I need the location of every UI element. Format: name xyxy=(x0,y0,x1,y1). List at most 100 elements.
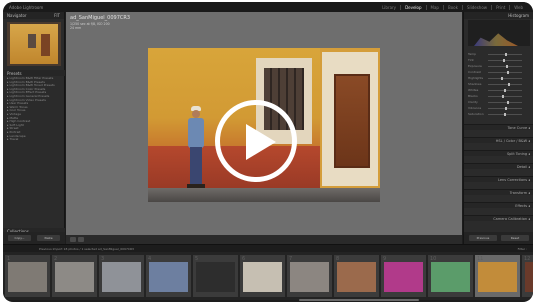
slider-tint[interactable]: Tint xyxy=(468,58,530,62)
slider-blacks[interactable]: Blacks xyxy=(468,94,530,98)
play-icon[interactable] xyxy=(246,124,276,160)
filmstrip-thumbnail[interactable]: 2 xyxy=(52,255,97,297)
preset-item[interactable]: ▸ Travel xyxy=(7,138,61,142)
filmstrip-thumbnail[interactable]: 9 xyxy=(381,255,426,297)
left-panel: Navigator FIT Presets ▸ Lightroom B&W Fi… xyxy=(3,12,65,244)
thumbnail-image xyxy=(149,262,188,292)
slider-temp[interactable]: Temp xyxy=(468,52,530,56)
module-web[interactable]: Web xyxy=(509,4,527,10)
section-tone-curve[interactable]: Tone Curve ◂ xyxy=(464,124,533,130)
filmstrip-filter[interactable]: Filter : xyxy=(518,247,527,251)
left-panel-buttons: Copy... Paste xyxy=(3,232,65,244)
slider-knob[interactable] xyxy=(504,88,506,92)
previous-button[interactable]: Previous xyxy=(469,235,497,241)
filmstrip-thumbnail[interactable]: 6 xyxy=(240,255,285,297)
top-bar: Adobe Lightroom Library Develop Map Book… xyxy=(3,2,533,12)
slider-knob[interactable] xyxy=(508,82,511,86)
slider-knob[interactable] xyxy=(507,70,510,74)
section-detail[interactable]: Detail ◂ xyxy=(464,163,533,169)
slider-highlights[interactable]: Highlights xyxy=(468,76,530,80)
section-effects[interactable]: Effects ◂ xyxy=(464,202,533,208)
slider-knob[interactable] xyxy=(505,64,508,68)
right-panel-buttons: Previous Reset xyxy=(464,232,533,244)
filmstrip-thumbnail[interactable]: 7 xyxy=(287,255,332,297)
slider-track[interactable] xyxy=(488,83,522,85)
slider-track[interactable] xyxy=(488,101,522,103)
filmstrip-bar: Previous Import 18 photos / 1 selected a… xyxy=(3,244,533,252)
filmstrip-thumbnail[interactable]: 3 xyxy=(99,255,144,297)
module-library[interactable]: Library xyxy=(378,5,400,10)
slider-knob[interactable] xyxy=(502,94,505,98)
section-lens-corrections[interactable]: Lens Corrections ◂ xyxy=(464,176,533,182)
navigator-zoom[interactable]: FIT xyxy=(54,13,60,18)
filmstrip-thumbnail[interactable]: 8 xyxy=(334,255,379,297)
filmstrip-thumbnail[interactable]: 4 xyxy=(146,255,191,297)
filmstrip-thumbnail[interactable]: 11 xyxy=(475,255,520,297)
slider-exposure[interactable]: Exposure xyxy=(468,64,530,68)
slider-knob[interactable] xyxy=(505,106,508,110)
thumbnail-image xyxy=(478,262,517,292)
filmstrip-scrollbar[interactable] xyxy=(299,299,419,301)
photo-door xyxy=(334,74,370,168)
thumbnail-image xyxy=(8,262,47,292)
slider-knob[interactable] xyxy=(506,100,509,104)
photo-info-overlay: ad_SanMiguel_0097CR3 1/250 sec at f/8, I… xyxy=(70,15,130,30)
slider-label: Whites xyxy=(468,88,479,92)
photo-person xyxy=(186,106,206,190)
slider-label: Tint xyxy=(468,58,474,62)
thumbnail-image xyxy=(384,262,423,292)
slider-label: Vibrance xyxy=(468,106,482,110)
histogram xyxy=(468,20,530,46)
paste-button[interactable]: Paste xyxy=(37,235,60,241)
filmstrip-thumbnail[interactable]: 12 xyxy=(522,255,533,297)
slider-shadows[interactable]: Shadows xyxy=(468,82,530,86)
section-hsl-color-b-w[interactable]: HSL / Color / B&W ◂ xyxy=(464,137,533,143)
app-window: Adobe Lightroom Library Develop Map Book… xyxy=(3,2,533,302)
filmstrip: 1 2 3 4 5 6 7 8 9 10 11 12 xyxy=(3,252,533,300)
section-transform[interactable]: Transform ◂ xyxy=(464,189,533,195)
slider-label: Contrast xyxy=(468,70,481,74)
section-split-toning[interactable]: Split Toning ◂ xyxy=(464,150,533,156)
slider-contrast[interactable]: Contrast xyxy=(468,70,530,74)
slider-whites[interactable]: Whites xyxy=(468,88,530,92)
filmstrip-thumbnail[interactable]: 5 xyxy=(193,255,238,297)
slider-knob[interactable] xyxy=(504,112,506,116)
thumbnail-image xyxy=(431,262,470,292)
presets-header[interactable]: Presets xyxy=(3,70,65,76)
slider-track[interactable] xyxy=(488,95,522,97)
right-panel: Histogram Temp Tint Exposure Contrast Highli… xyxy=(463,12,533,244)
histogram-header[interactable]: Histogram xyxy=(464,12,533,19)
reset-button[interactable]: Reset xyxy=(501,235,529,241)
canvas-toolbar xyxy=(66,235,462,244)
view-mode-icon[interactable] xyxy=(70,237,76,242)
module-develop[interactable]: Develop xyxy=(400,4,425,10)
slider-vibrance[interactable]: Vibrance xyxy=(468,106,530,110)
thumbnail-image xyxy=(290,262,329,292)
thumbnail-image xyxy=(243,262,282,292)
slider-saturation[interactable]: Saturation xyxy=(468,112,530,116)
module-map[interactable]: Map xyxy=(425,4,443,10)
copy-button[interactable]: Copy... xyxy=(8,235,31,241)
module-slideshow[interactable]: Slideshow xyxy=(461,4,491,10)
navigator-header[interactable]: Navigator FIT xyxy=(3,12,64,19)
app-logo: Adobe Lightroom xyxy=(9,5,44,10)
slider-track[interactable] xyxy=(488,77,522,79)
preset-list: ▸ Lightroom B&W Filter Presets ▸ Lightroo… xyxy=(7,77,61,142)
slider-label: Exposure xyxy=(468,64,482,68)
section-camera-calibration[interactable]: Camera Calibration ◂ xyxy=(464,215,533,221)
module-print[interactable]: Print xyxy=(491,4,509,10)
slider-label: Blacks xyxy=(468,94,478,98)
slider-track[interactable] xyxy=(488,71,522,73)
filmstrip-info: Previous Import 18 photos / 1 selected a… xyxy=(39,247,134,251)
filmstrip-thumbnail[interactable]: 10 xyxy=(428,255,473,297)
navigator-preview[interactable] xyxy=(7,22,61,66)
slider-clarity[interactable]: Clarity xyxy=(468,100,530,104)
slider-label: Clarity xyxy=(468,100,478,104)
filmstrip-thumbnail[interactable]: 1 xyxy=(5,255,50,297)
module-book[interactable]: Book xyxy=(442,4,462,10)
slider-knob[interactable] xyxy=(500,76,503,80)
slider-knob[interactable] xyxy=(504,52,507,56)
slider-knob[interactable] xyxy=(503,58,506,62)
before-after-icon[interactable] xyxy=(78,237,84,242)
photo-focal-length: 24 mm xyxy=(70,25,82,30)
